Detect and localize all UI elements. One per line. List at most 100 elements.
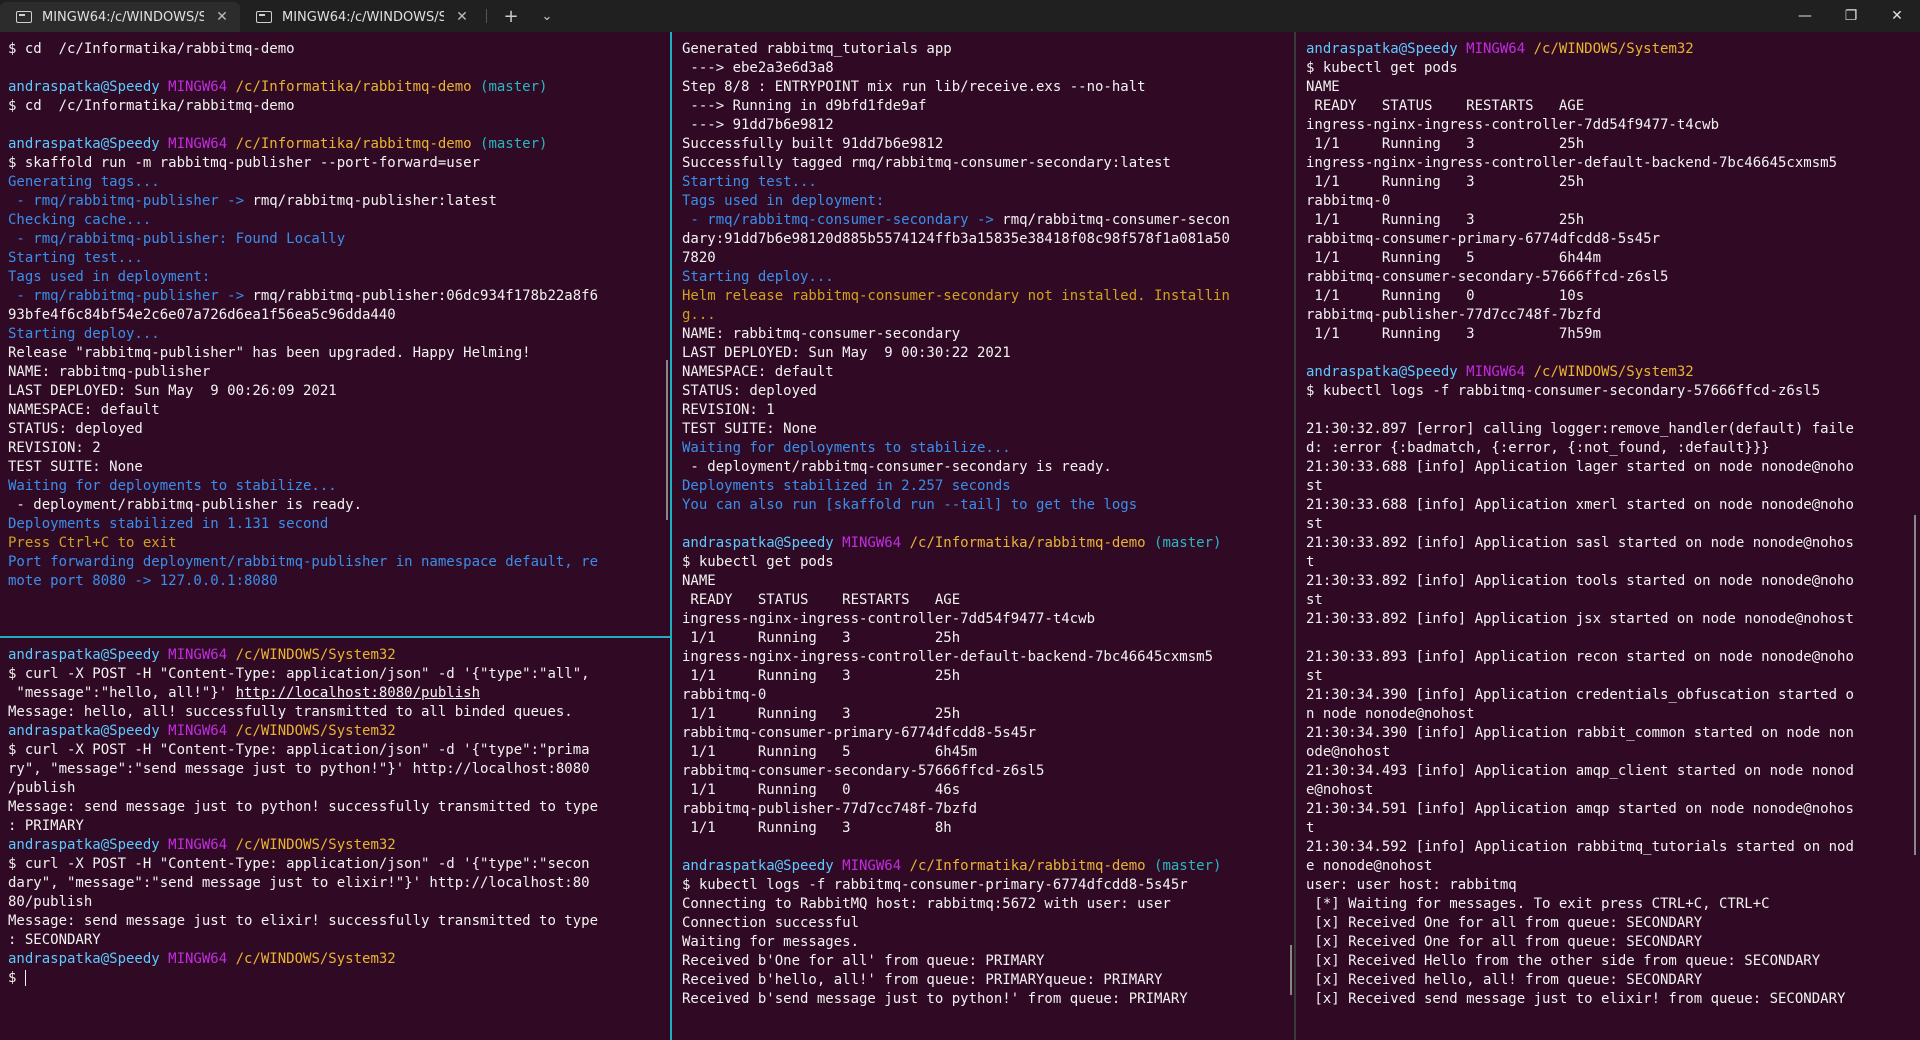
terminal-line: rabbitmq-consumer-primary-6774dfcdd8-5s4… <box>1306 230 1920 249</box>
terminal-text: rabbitmq-consumer-primary-6774dfcdd8-5s4… <box>682 725 1037 741</box>
terminal-text: ry", "message":"send message just to pyt… <box>8 761 590 777</box>
terminal-text: 1/1 Running 3 7h59m <box>1306 326 1602 342</box>
scrollbar[interactable] <box>1290 945 1292 995</box>
terminal-line: 93bfe4f6c84bf54e2c6e07a726d6ea1f56ea5c96… <box>8 306 670 325</box>
terminal-line: NAME: rabbitmq-publisher <box>8 363 670 382</box>
pane-bottom-left[interactable]: andraspatka@Speedy MINGW64 /c/WINDOWS/Sy… <box>0 638 670 1040</box>
terminal-text: $ cd /c/Informatika/rabbitmq-demo <box>8 41 295 57</box>
pane-right[interactable]: andraspatka@Speedy MINGW64 /c/WINDOWS/Sy… <box>1298 32 1920 1040</box>
terminal-line: 1/1 Running 3 8h <box>682 819 1294 838</box>
terminal-text: STATUS: deployed <box>682 383 817 399</box>
new-tab-button[interactable]: + <box>493 0 529 32</box>
text-cursor <box>24 970 26 986</box>
terminal-text: Checking cache... <box>8 212 152 228</box>
terminal-text: /c/WINDOWS/System32 <box>227 723 396 739</box>
terminal-line: Tags used in deployment: <box>682 192 1294 211</box>
chevron-down-icon[interactable]: ⌄ <box>529 0 565 32</box>
pane-middle[interactable]: Generated rabbitmq_tutorials app ---> eb… <box>674 32 1294 1040</box>
terminal-line: $ kubectl get pods <box>682 553 1294 572</box>
terminal-text: [x] Received Hello from the other side f… <box>1306 953 1821 969</box>
scrollbar[interactable] <box>666 360 668 520</box>
pane-divider[interactable] <box>1294 32 1296 1040</box>
terminal-text: andraspatka@Speedy <box>8 79 160 95</box>
terminal-line: andraspatka@Speedy MINGW64 /c/WINDOWS/Sy… <box>8 646 670 665</box>
terminal-text: Tags used in deployment: <box>682 193 885 209</box>
terminal-text: $ kubectl logs -f rabbitmq-consumer-seco… <box>1306 383 1821 399</box>
terminal-line: ---> Running in d9bfd1fde9af <box>682 97 1294 116</box>
terminal-line: n node nonode@nohost <box>1306 705 1920 724</box>
terminal-text: st <box>1306 516 1323 532</box>
terminal-text: t <box>1306 554 1315 570</box>
close-window-button[interactable]: ✕ <box>1874 0 1920 32</box>
terminal-line: ---> ebe2a3e6d3a8 <box>682 59 1294 78</box>
restore-button[interactable]: ❐ <box>1828 0 1874 32</box>
title-bar: MINGW64:/c/WINDOWS/Syster ✕ MINGW64:/c/W… <box>0 0 1920 32</box>
terminal-line: rabbitmq-publisher-77d7cc748f-7bzfd <box>682 800 1294 819</box>
terminal-line: andraspatka@Speedy MINGW64 /c/Informatik… <box>8 135 670 154</box>
terminal-text: n node nonode@nohost <box>1306 706 1475 722</box>
terminal-line: t <box>1306 553 1920 572</box>
terminal-line: $ kubectl get pods <box>1306 59 1920 78</box>
pane-top-left[interactable]: $ cd /c/Informatika/rabbitmq-demo andrasp… <box>0 32 670 636</box>
terminal-text: NAME: rabbitmq-consumer-secondary <box>682 326 961 342</box>
tab-terminal-2[interactable]: MINGW64:/c/WINDOWS/Syster ✕ <box>240 2 480 32</box>
terminal-line: dary:91dd7b6e98120d885b5574124ffb3a15835… <box>682 230 1294 249</box>
terminal-text: /c/WINDOWS/System32 <box>227 837 396 853</box>
terminal-text: /publish <box>8 780 76 796</box>
terminal-text: ingress-nginx-ingress-controller-7dd54f9… <box>682 611 1096 627</box>
terminal-line: Step 8/8 : ENTRYPOINT mix run lib/receiv… <box>682 78 1294 97</box>
terminal-text: $ curl -X POST -H "Content-Type: applica… <box>8 742 590 758</box>
terminal-text: 1/1 Running 3 25h <box>1306 212 1585 228</box>
terminal-text: - rmq/rabbitmq-publisher -> <box>8 193 245 209</box>
terminal-text: user: user host: rabbitmq <box>1306 877 1517 893</box>
terminal-text: /c/Informatika/rabbitmq-demo <box>227 79 472 95</box>
terminal-line: Received b'One for all' from queue: PRIM… <box>682 952 1294 971</box>
tab-terminal-1[interactable]: MINGW64:/c/WINDOWS/Syster ✕ <box>0 2 240 32</box>
terminal-text: 21:30:33.892 [info] Application jsx star… <box>1306 611 1854 627</box>
terminal-text: Helm release rabbitmq-consumer-secondary… <box>682 288 1230 304</box>
terminal-line: 21:30:34.390 [info] Application rabbit_c… <box>1306 724 1920 743</box>
terminal-text: Starting test... <box>8 250 143 266</box>
pane-divider[interactable] <box>670 32 672 1040</box>
terminal-text: TEST SUITE: None <box>682 421 817 437</box>
terminal-line: user: user host: rabbitmq <box>1306 876 1920 895</box>
terminal-line: rabbitmq-0 <box>1306 192 1920 211</box>
terminal-line: Deployments stabilized in 1.131 second <box>8 515 670 534</box>
terminal-text: t <box>1306 820 1315 836</box>
terminal-text: 93bfe4f6c84bf54e2c6e07a726d6ea1f56ea5c96… <box>8 307 396 323</box>
terminal-text: - deployment/rabbitmq-publisher is ready… <box>8 497 363 513</box>
terminal-text: (master) <box>471 79 548 95</box>
terminal-text: andraspatka@Speedy <box>682 858 834 874</box>
terminal-line: 1/1 Running 3 25h <box>682 705 1294 724</box>
terminal-line: Starting test... <box>682 173 1294 192</box>
terminal-text: MINGW64 <box>159 837 228 853</box>
terminal-text: http://localhost:8080/publish <box>235 685 481 701</box>
terminal-text: Received b'hello, all!' from queue: PRIM… <box>682 972 1163 988</box>
terminal-line: 1/1 Running 0 10s <box>1306 287 1920 306</box>
terminal-text: READY STATUS RESTARTS AGE <box>1306 98 1585 114</box>
close-tab-icon[interactable]: ✕ <box>214 9 230 25</box>
terminal-line: LAST DEPLOYED: Sun May 9 00:30:22 2021 <box>682 344 1294 363</box>
terminal-line: TEST SUITE: None <box>682 420 1294 439</box>
terminal-line: - rmq/rabbitmq-publisher -> rmq/rabbitmq… <box>8 192 670 211</box>
terminal-line: st <box>1306 515 1920 534</box>
tab-title: MINGW64:/c/WINDOWS/Syster <box>42 9 204 25</box>
scrollbar[interactable] <box>1914 515 1916 855</box>
terminal-text: 1/1 Running 3 8h <box>682 820 952 836</box>
close-tab-icon[interactable]: ✕ <box>454 9 470 25</box>
terminal-text: MINGW64 <box>159 79 228 95</box>
terminal-text: d: :error {:badmatch, {:error, {:not_fou… <box>1306 440 1770 456</box>
terminal-output: Generated rabbitmq_tutorials app ---> eb… <box>674 32 1294 1009</box>
terminal-text: Starting test... <box>682 174 817 190</box>
terminal-line: Waiting for deployments to stabilize... <box>682 439 1294 458</box>
terminal-line: Tags used in deployment: <box>8 268 670 287</box>
terminal-text: /c/WINDOWS/System32 <box>227 951 396 967</box>
terminal-text: /c/Informatika/rabbitmq-demo <box>901 858 1146 874</box>
terminal-line: andraspatka@Speedy MINGW64 /c/WINDOWS/Sy… <box>1306 363 1920 382</box>
minimize-button[interactable]: — <box>1782 0 1828 32</box>
terminal-text: st <box>1306 668 1323 684</box>
terminal-line: TEST SUITE: None <box>8 458 670 477</box>
terminal-text: Generating tags... <box>8 174 160 190</box>
